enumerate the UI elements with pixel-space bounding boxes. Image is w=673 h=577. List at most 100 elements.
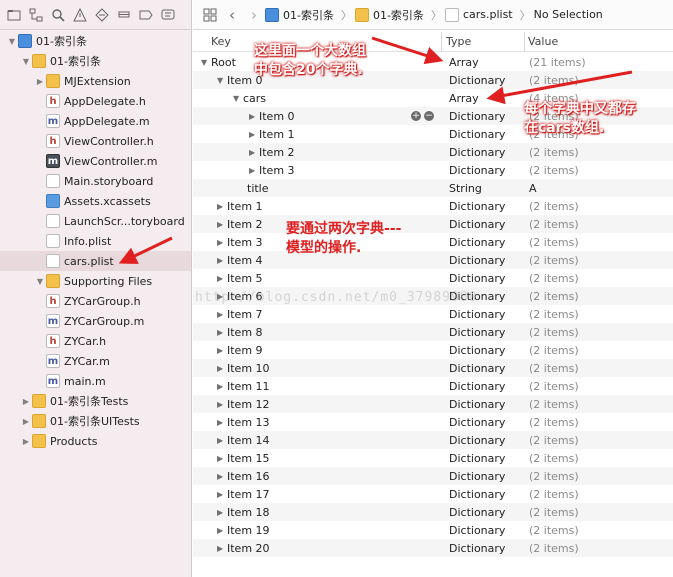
plist-value[interactable]: (2 items) [529,398,579,411]
plist-key[interactable]: Item 4 [227,254,263,267]
disclosure-closed-icon[interactable]: ▶ [34,77,46,86]
plist-row[interactable]: ▶ Item 4 Dictionary (2 items) [193,251,673,269]
plist-type[interactable]: Dictionary [449,344,505,357]
plist-key[interactable]: title [247,182,269,195]
plist-value[interactable]: (2 items) [529,416,579,429]
forward-arrow-icon[interactable]: › [243,4,265,26]
navigator-item[interactable]: LaunchScr...toryboard [0,211,191,231]
plist-value[interactable]: (2 items) [529,218,579,231]
plist-value[interactable]: (2 items) [529,506,579,519]
plist-key[interactable]: Item 19 [227,524,270,537]
plist-value[interactable]: (2 items) [529,290,579,303]
disclosure-open-icon[interactable]: ▼ [20,57,32,66]
disclosure-closed-icon[interactable]: ▶ [217,526,227,535]
plist-type[interactable]: Dictionary [449,200,505,213]
disclosure-closed-icon[interactable]: ▶ [217,508,227,517]
column-divider[interactable] [524,32,525,52]
column-divider[interactable] [441,32,442,52]
plist-type[interactable]: Dictionary [449,272,505,285]
disclosure-closed-icon[interactable]: ▶ [217,256,227,265]
plist-type[interactable]: Dictionary [449,452,505,465]
plist-type[interactable]: Dictionary [449,434,505,447]
navigator-item[interactable]: ▼ 01-索引条 [0,51,191,71]
disclosure-closed-icon[interactable]: ▶ [20,417,32,426]
plist-row[interactable]: ▶ Item 13 Dictionary (2 items) [193,413,673,431]
plist-key[interactable]: Item 12 [227,398,270,411]
disclosure-closed-icon[interactable]: ▶ [217,454,227,463]
plist-key[interactable]: Item 2 [227,218,263,231]
folder-icon[interactable] [3,4,25,26]
plist-row[interactable]: ▶ Item 3 Dictionary (2 items) [193,233,673,251]
disclosure-open-icon[interactable]: ▼ [6,37,18,46]
plist-row[interactable]: ▶ Item 16 Dictionary (2 items) [193,467,673,485]
jumpbar-group[interactable]: 01-索引条 [354,7,424,23]
plist-row[interactable]: ▶ Item 1 Dictionary (2 items) [193,197,673,215]
plist-row[interactable]: ▶ Item 15 Dictionary (2 items) [193,449,673,467]
jumpbar-project[interactable]: 01-索引条 [265,7,334,23]
plist-type[interactable]: Dictionary [449,488,505,501]
plist-value[interactable]: (21 items) [529,56,586,69]
plist-row[interactable]: ▶ Item 8 Dictionary (2 items) [193,323,673,341]
plist-row[interactable]: ▶ Item 17 Dictionary (2 items) [193,485,673,503]
plist-key[interactable]: Item 3 [227,236,263,249]
plist-type[interactable]: Dictionary [449,362,505,375]
plist-key[interactable]: Item 8 [227,326,263,339]
test-icon[interactable] [91,4,113,26]
hierarchy-icon[interactable] [25,4,47,26]
plist-key[interactable]: Item 1 [259,128,295,141]
navigator-item[interactable]: ▶ Products [0,431,191,451]
plist-key[interactable]: Item 2 [259,146,295,159]
navigator-item[interactable]: Main.storyboard [0,171,191,191]
back-arrow-icon[interactable]: ‹ [221,4,243,26]
plist-type[interactable]: Dictionary [449,254,505,267]
plist-row[interactable]: ▶ Item 19 Dictionary (2 items) [193,521,673,539]
grid-icon[interactable] [199,4,221,26]
navigator-item[interactable]: m ZYCar.m [0,351,191,371]
plist-value[interactable]: (2 items) [529,326,579,339]
disclosure-closed-icon[interactable]: ▶ [217,328,227,337]
plist-key[interactable]: Item 11 [227,380,270,393]
plist-key[interactable]: Item 15 [227,452,270,465]
plist-row[interactable]: ▶ Item 18 Dictionary (2 items) [193,503,673,521]
disclosure-closed-icon[interactable]: ▶ [217,472,227,481]
warning-icon[interactable] [69,4,91,26]
plist-key[interactable]: Item 0 [259,110,295,123]
navigator-item[interactable]: ▶ 01-索引条UITests [0,411,191,431]
plist-value[interactable]: (2 items) [529,524,579,537]
plist-row[interactable]: ▶ Item 2 Dictionary (2 items) [193,215,673,233]
navigator-item[interactable]: ▼ 01-索引条 [0,31,191,51]
plist-type[interactable]: Dictionary [449,218,505,231]
disclosure-closed-icon[interactable]: ▶ [249,166,259,175]
plist-value[interactable]: (2 items) [529,470,579,483]
plist-key[interactable]: Item 17 [227,488,270,501]
plist-value[interactable]: (2 items) [529,164,579,177]
navigator-item[interactable]: m main.m [0,371,191,391]
plist-key[interactable]: Item 3 [259,164,295,177]
disclosure-closed-icon[interactable]: ▶ [249,112,259,121]
plist-key[interactable]: Item 1 [227,200,263,213]
plist-type[interactable]: Dictionary [449,542,505,555]
plist-type[interactable]: Dictionary [449,506,505,519]
disclosure-closed-icon[interactable]: ▶ [217,436,227,445]
disclosure-closed-icon[interactable]: ▶ [217,382,227,391]
jumpbar-file[interactable]: cars.plist [444,7,513,22]
disclosure-closed-icon[interactable]: ▶ [217,544,227,553]
disclosure-closed-icon[interactable]: ▶ [217,274,227,283]
plist-value[interactable]: (2 items) [529,308,579,321]
plist-key[interactable]: Item 18 [227,506,270,519]
plist-type[interactable]: Dictionary [449,524,505,537]
report-icon[interactable] [157,4,179,26]
disclosure-open-icon[interactable]: ▼ [217,76,227,85]
plist-value[interactable]: (2 items) [529,362,579,375]
plist-type[interactable]: Dictionary [449,74,505,87]
disclosure-closed-icon[interactable]: ▶ [217,220,227,229]
plist-key[interactable]: Item 14 [227,434,270,447]
plist-value[interactable]: (2 items) [529,542,579,555]
plist-type[interactable]: Array [449,56,479,69]
navigator-item[interactable]: Info.plist [0,231,191,251]
disclosure-open-icon[interactable]: ▼ [233,94,243,103]
disclosure-closed-icon[interactable]: ▶ [217,310,227,319]
plist-key[interactable]: Item 9 [227,344,263,357]
plist-key[interactable]: Item 20 [227,542,270,555]
plist-value[interactable]: (2 items) [529,74,579,87]
